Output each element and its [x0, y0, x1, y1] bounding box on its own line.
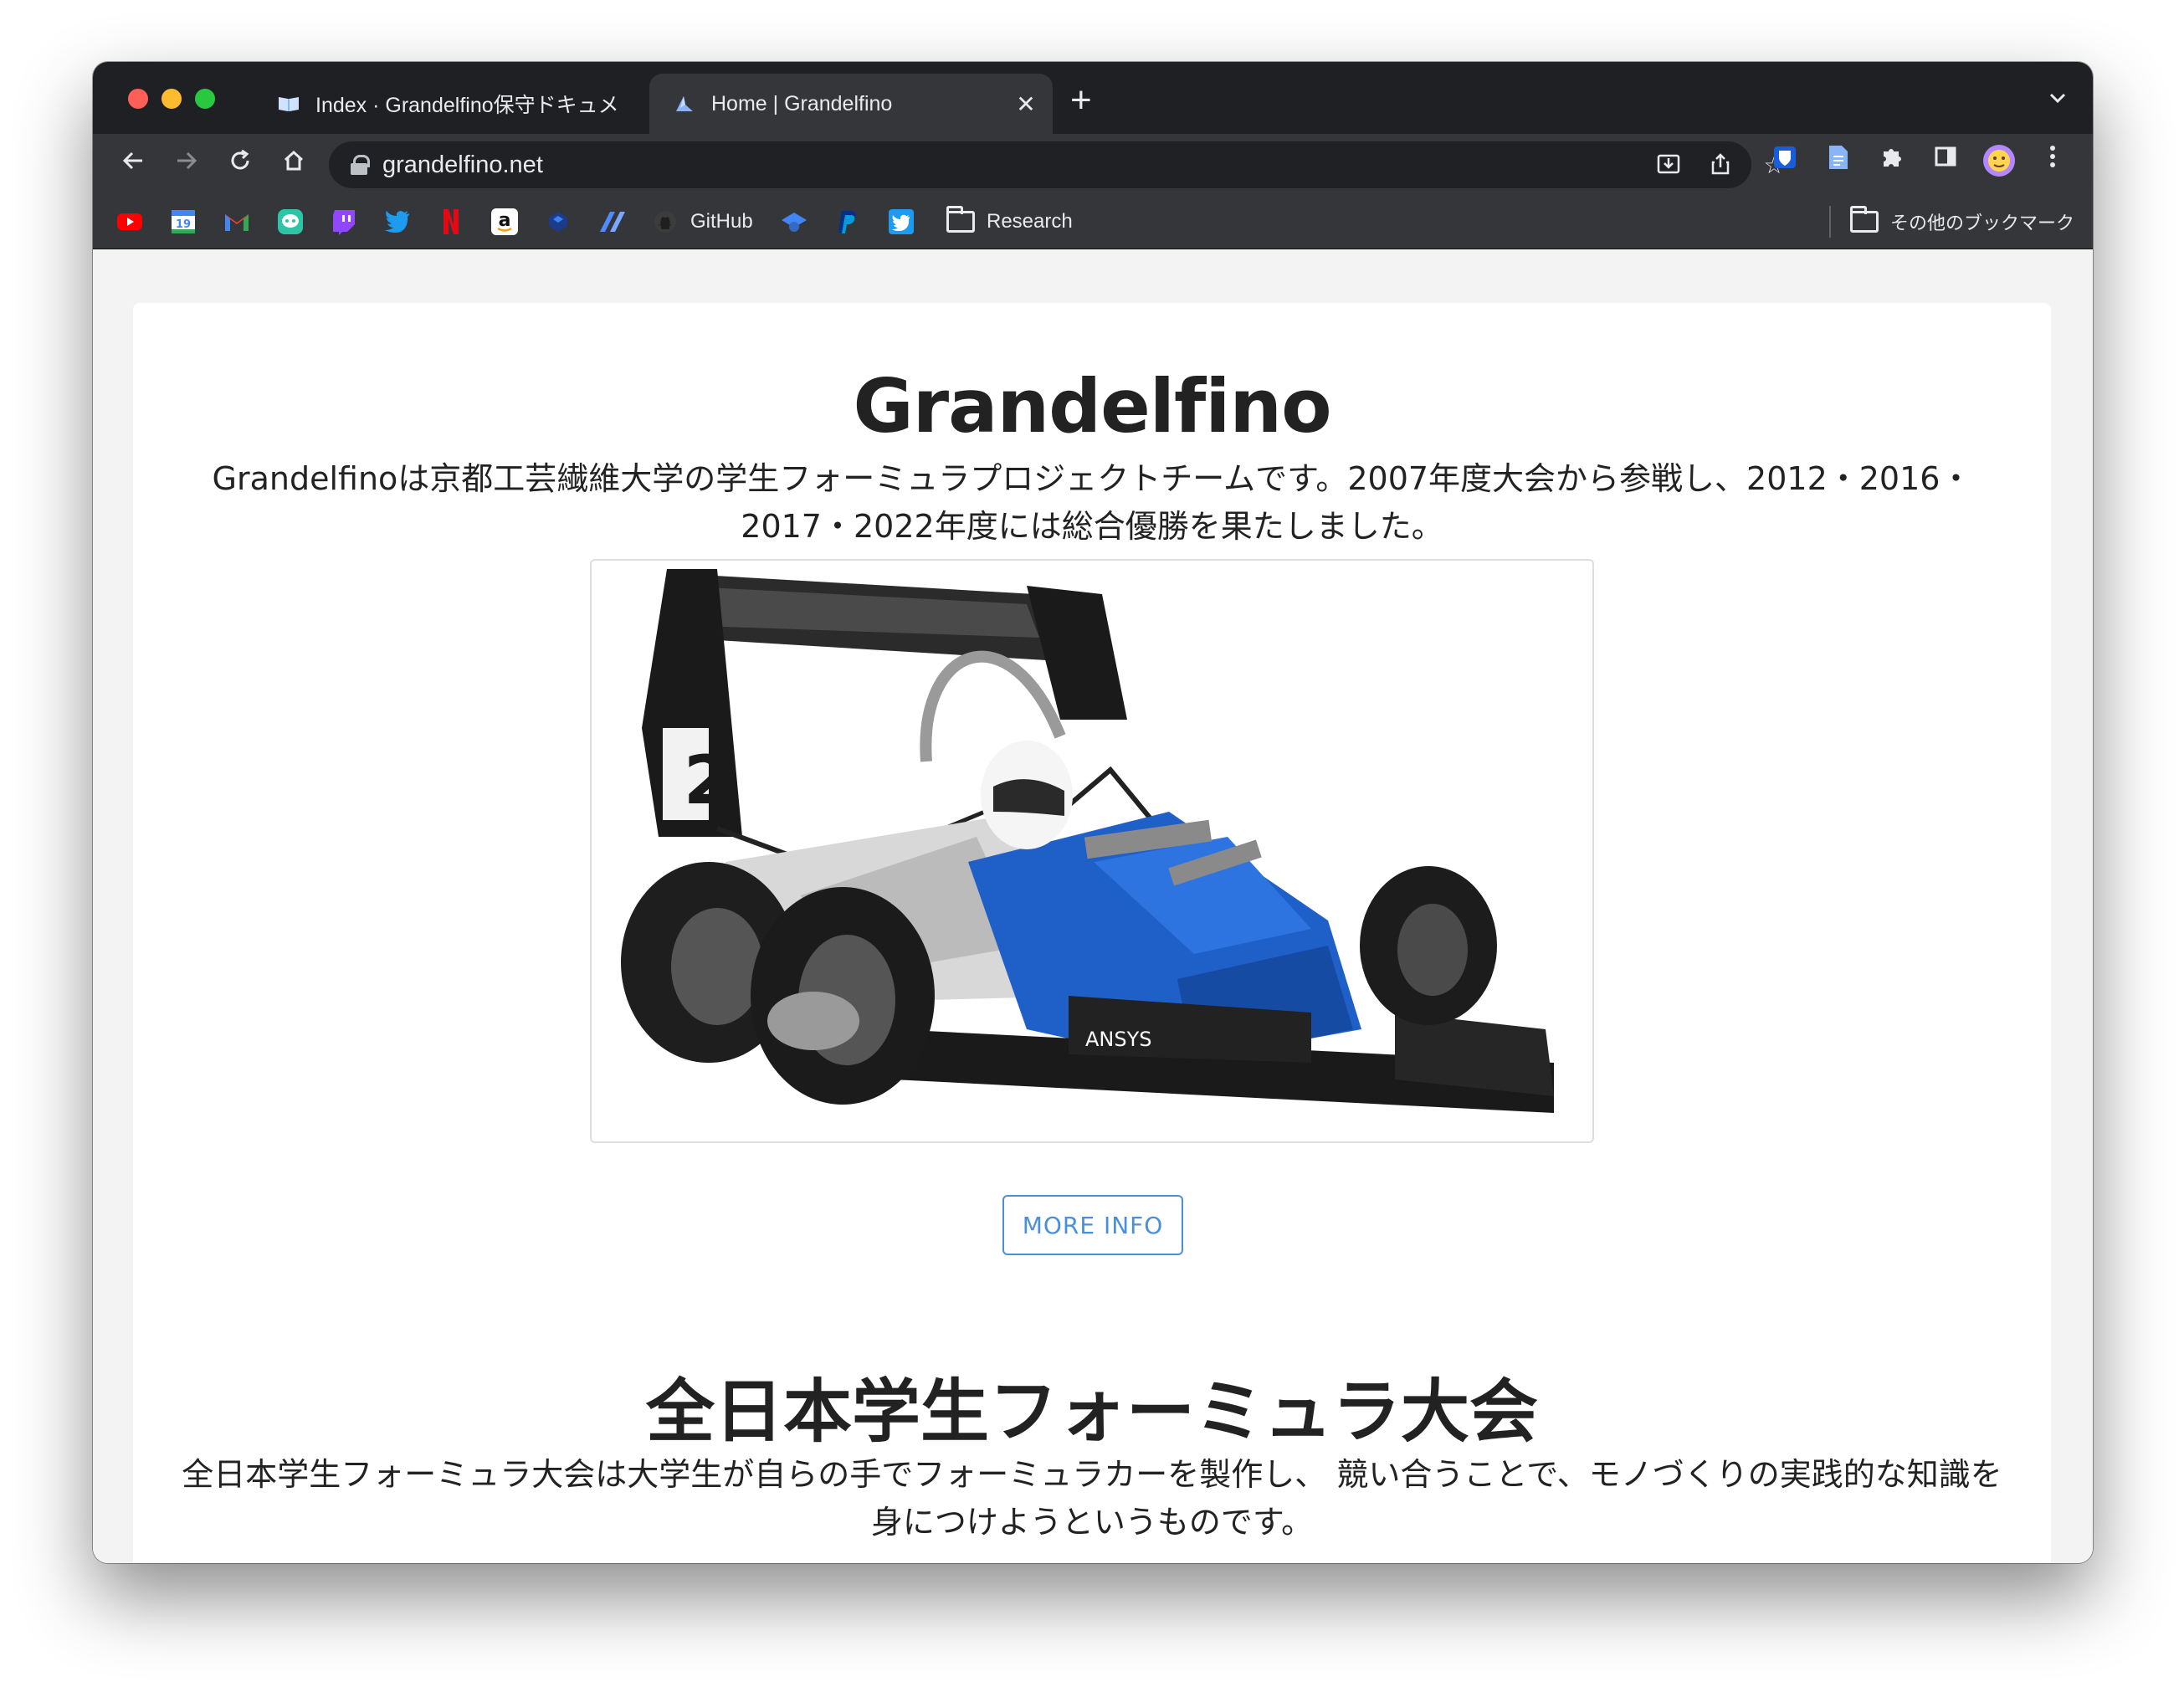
section-title: 全日本学生フォーミュラ大会: [645, 1372, 1538, 1452]
page-title: Grandelfino: [853, 363, 1331, 449]
dropbox-icon: [545, 208, 572, 235]
paypal-icon: [834, 208, 861, 235]
bookmark-dropbox[interactable]: [545, 208, 572, 236]
github-icon: [652, 208, 679, 235]
slash-icon: [598, 208, 625, 235]
toolbar: grandelfino.net ☆: [93, 134, 2093, 194]
bookmark-chat[interactable]: [277, 208, 304, 236]
svg-text:a: a: [499, 210, 511, 231]
content-card: Grandelfino Grandelfinoは京都工芸繊維大学の学生フォーミュ…: [133, 303, 2051, 1563]
twitter-icon: [384, 208, 411, 235]
new-tab-button[interactable]: +: [1070, 82, 1092, 119]
browser-window: Index · Grandelfino保守ドキュメ ✕ Home | Grand…: [93, 62, 2093, 1563]
bookmark-calendar[interactable]: 19: [170, 208, 197, 236]
twitch-icon: [331, 208, 357, 235]
book-icon: [277, 92, 300, 115]
share-icon[interactable]: [1706, 151, 1735, 180]
extensions-puzzle-icon[interactable]: [1875, 144, 1909, 177]
chat-icon: [277, 208, 304, 235]
folder-icon: [946, 206, 975, 233]
menu-kebab-icon[interactable]: [2036, 144, 2069, 177]
side-panel-icon[interactable]: [1929, 144, 1962, 177]
document-icon[interactable]: [1822, 144, 1855, 177]
svg-text:2: 2: [684, 741, 731, 819]
page-viewport[interactable]: Grandelfino Grandelfinoは京都工芸繊維大学の学生フォーミュ…: [93, 249, 2093, 1563]
bookmark-paypal[interactable]: [834, 208, 861, 236]
forward-button[interactable]: [168, 146, 205, 182]
more-info-button[interactable]: MORE INFO: [1002, 1195, 1183, 1255]
bookmark-amazon[interactable]: a: [491, 208, 518, 236]
bookmark-twitch[interactable]: [331, 208, 357, 236]
minimize-window-button[interactable]: [161, 89, 182, 109]
bookmark-scholar[interactable]: [781, 208, 807, 236]
car-image: 2 ANSYS: [590, 559, 1594, 1143]
youtube-icon: [116, 208, 143, 235]
tab-title: Home | Grandelfino: [711, 91, 893, 115]
close-window-button[interactable]: [128, 89, 148, 109]
twitter-square-icon: [888, 208, 915, 235]
bookmark-gmail[interactable]: [223, 208, 250, 236]
bookmark-github[interactable]: GitHub: [652, 208, 753, 236]
close-tab-icon[interactable]: ✕: [1009, 90, 1043, 118]
section-body-text: 全日本学生フォーミュラ大会は大学生が自らの手でフォーミュラカーを製作し、 競い合…: [182, 1456, 2002, 1541]
install-app-icon[interactable]: [1654, 151, 1683, 180]
intro-text: Grandelfinoは京都工芸繊維大学の学生フォーミュラプロジェクトチームです…: [212, 460, 1972, 545]
bookmark-twitter-square[interactable]: [888, 208, 915, 236]
gmail-icon: [223, 208, 250, 235]
back-button[interactable]: [115, 146, 151, 182]
address-bar[interactable]: grandelfino.net ☆: [329, 141, 1785, 188]
bookmark-twitter[interactable]: [384, 208, 411, 236]
netflix-icon: [438, 208, 464, 235]
bookmark-label: GitHub: [690, 210, 753, 233]
chevron-down-icon[interactable]: [2048, 87, 2068, 110]
bookmarks-bar: 19 a GitHub Research その他のブックマーク: [93, 194, 2093, 249]
lock-icon[interactable]: [351, 155, 370, 175]
graduation-icon: [781, 208, 807, 235]
svg-text:19: 19: [176, 218, 191, 231]
profile-avatar[interactable]: [1982, 144, 2016, 177]
tab-strip: Index · Grandelfino保守ドキュメ ✕ Home | Grand…: [93, 62, 2093, 134]
calendar-icon: 19: [170, 208, 197, 235]
bitwarden-icon[interactable]: [1768, 144, 1802, 177]
amazon-icon: a: [491, 208, 518, 235]
zoom-window-button[interactable]: [195, 89, 215, 109]
bookmark-label: その他のブックマーク: [1890, 213, 2075, 233]
bookmark-folder-research[interactable]: Research: [946, 206, 1073, 236]
other-bookmarks[interactable]: その他のブックマーク: [1850, 206, 2075, 236]
reload-button[interactable]: [222, 146, 259, 182]
tab-home[interactable]: Home | Grandelfino ✕: [649, 74, 1053, 134]
bookmark-youtube[interactable]: [116, 208, 143, 236]
bookmarks-divider: [1829, 206, 1831, 238]
bookmark-netflix[interactable]: [438, 208, 464, 236]
site-logo-icon: [673, 92, 696, 115]
svg-text:ANSYS: ANSYS: [1085, 1028, 1152, 1051]
bookmark-slash[interactable]: [598, 208, 625, 236]
url-text: grandelfino.net: [382, 151, 543, 178]
folder-icon: [1850, 206, 1879, 233]
home-button[interactable]: [275, 146, 312, 182]
bookmark-label: Research: [987, 210, 1073, 233]
tab-title: Index · Grandelfino保守ドキュメ: [315, 94, 619, 117]
